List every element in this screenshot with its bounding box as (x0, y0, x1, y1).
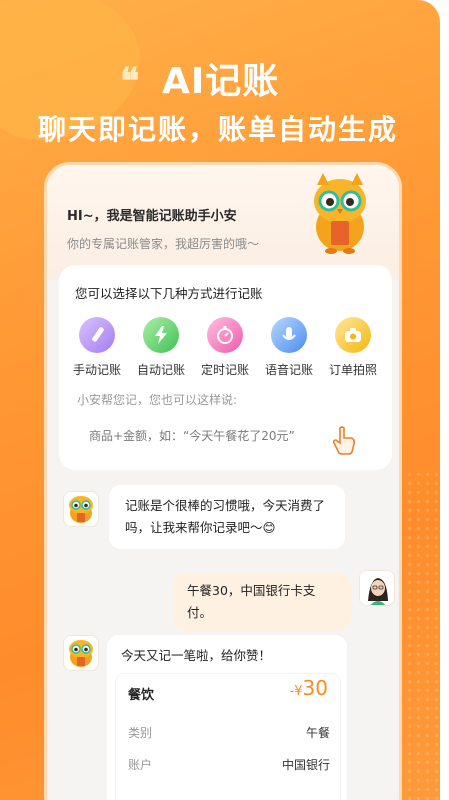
girl-avatar-icon (360, 571, 394, 605)
hint-text: 小安帮您记，您也可以这样说: (77, 393, 238, 407)
detail-key: 类别 (128, 726, 153, 740)
pointing-hand-icon (332, 426, 355, 455)
detail-key: 账户 (128, 758, 153, 772)
methods-title: 您可以选择以下几种方式进行记账 (75, 286, 263, 301)
detail-value: 中国银行 (281, 758, 330, 772)
transaction-amount: -¥30 (290, 676, 328, 700)
bot-message: 今天又记一笔啦，给你赞！ (121, 648, 272, 663)
example-text[interactable]: 商品+金额，如：“今天午餐花了20元” (89, 427, 295, 444)
method-label: 订单拍照 (328, 363, 377, 377)
bot-message-bubble: 记账是个很棒的习惯哦，今天消费了吗，让我来帮你记录吧～😊 (109, 485, 345, 549)
method-label: 定时记账 (200, 363, 249, 377)
assistant-tagline: 你的专属记账管家，我超厉害的哦～ (67, 237, 260, 251)
owl-mascot-icon (314, 173, 366, 254)
method-label: 自动记账 (136, 363, 185, 377)
method-label: 手动记账 (72, 363, 121, 377)
transaction-category: 餐饮 (128, 688, 155, 703)
methods-card: 您可以选择以下几种方式进行记账 手动记账 自动记账 定时记账 语音记账 订单拍照… (59, 265, 392, 470)
pen-icon (79, 317, 115, 353)
phone-frame: HI~，我是智能记账助手小安 你的专属记账管家，我超厉害的哦～ 您可以选择以下几… (44, 162, 402, 800)
lightning-icon (143, 317, 179, 353)
detail-row-account: 账户 中国银行 (128, 756, 330, 773)
currency-sign: -¥ (289, 684, 303, 699)
user-message-bubble: 午餐30，中国银行卡支付。 (173, 573, 351, 631)
method-voice[interactable]: 语音记账 (257, 317, 321, 378)
camera-icon (335, 317, 371, 353)
stopwatch-icon (207, 317, 243, 353)
assistant-greeting: HI~，我是智能记账助手小安 (67, 209, 237, 224)
method-auto[interactable]: 自动记账 (129, 317, 193, 378)
detail-row-type: 类别 午餐 (128, 724, 330, 741)
bot-avatar (63, 491, 99, 527)
user-avatar (359, 570, 395, 606)
method-photo[interactable]: 订单拍照 (321, 317, 385, 378)
microphone-icon (271, 317, 307, 353)
quote-icon: ❝ (120, 60, 140, 102)
detail-value: 午餐 (305, 726, 330, 740)
owl-avatar-icon (69, 496, 93, 523)
bot-avatar (63, 635, 99, 671)
hero-subtitle: 聊天即记账，账单自动生成 (38, 113, 399, 146)
method-manual[interactable]: 手动记账 (65, 317, 129, 378)
hero-title: AI记账 (162, 61, 280, 102)
receipt-card: 今天又记一笔啦，给你赞！ 餐饮 -¥30 类别 午餐 账户 中国银行 日期 20… (107, 635, 347, 800)
transaction-detail[interactable]: 餐饮 -¥30 类别 午餐 账户 中国银行 日期 2025-06-09 (115, 673, 341, 800)
owl-avatar-icon (69, 640, 93, 667)
method-label: 语音记账 (264, 363, 313, 377)
amount-value: 30 (302, 676, 328, 700)
method-scheduled[interactable]: 定时记账 (193, 317, 257, 378)
promo-background: ❝ AI记账 聊天即记账，账单自动生成 HI~，我是智能记账助手小安 你的专属记… (0, 0, 440, 800)
